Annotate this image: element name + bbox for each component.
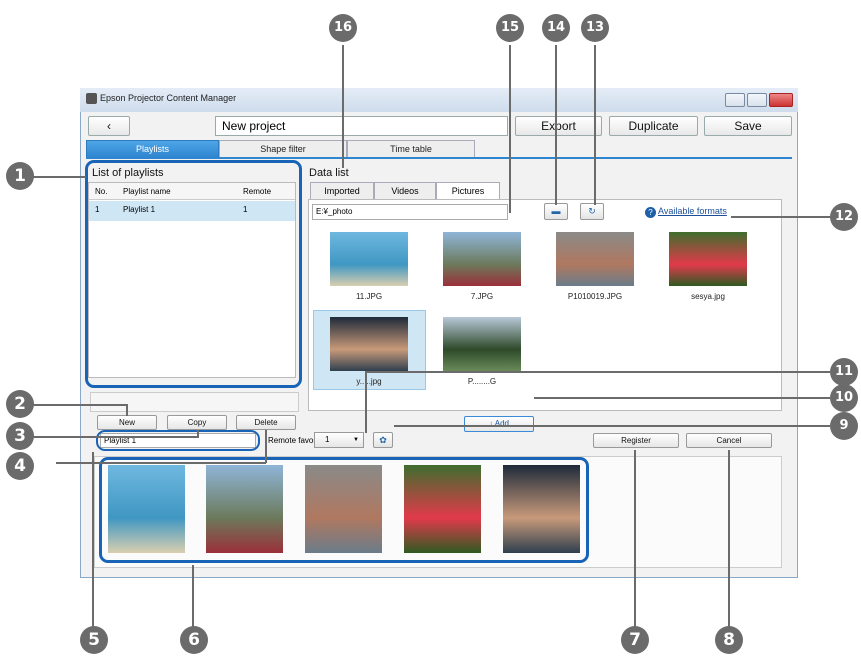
- minimize-icon[interactable]: [725, 93, 745, 107]
- add-button[interactable]: ↓ Add: [464, 416, 534, 432]
- picture-filename: sesya.jpg: [691, 292, 725, 301]
- duplicate-button[interactable]: Duplicate: [609, 116, 698, 136]
- callout-line-11b: [365, 371, 367, 433]
- tab-time-table[interactable]: Time table: [347, 140, 475, 157]
- picture-thumbnail[interactable]: [330, 232, 408, 286]
- callout-line-3: [26, 436, 198, 438]
- callout-line-2b: [126, 404, 128, 416]
- callout-10: 10: [830, 384, 858, 412]
- help-icon: ?: [645, 207, 656, 218]
- data-list-heading: Data list: [309, 167, 349, 179]
- callout-line-14: [555, 45, 557, 205]
- callout-line-4: [56, 462, 266, 464]
- remote-favorite-value: 1: [325, 435, 330, 444]
- callout-9: 9: [830, 412, 858, 440]
- close-icon[interactable]: [769, 93, 793, 107]
- callout-line-6: [192, 565, 194, 632]
- tab-shape-filter[interactable]: Shape filter: [219, 140, 347, 157]
- tab-imported[interactable]: Imported: [310, 182, 374, 199]
- callout-frame-name: [96, 430, 260, 451]
- callout-7: 7: [621, 626, 649, 654]
- callout-5: 5: [80, 626, 108, 654]
- callout-11: 11: [830, 358, 858, 386]
- picture-thumbnail[interactable]: [443, 317, 521, 371]
- callout-line-3b: [197, 430, 199, 438]
- register-button[interactable]: Register: [593, 433, 679, 448]
- new-playlist-button[interactable]: New: [97, 415, 157, 430]
- back-button[interactable]: ‹: [88, 116, 130, 136]
- delete-playlist-button[interactable]: Delete: [236, 415, 296, 430]
- settings-icon[interactable]: ✿: [373, 432, 393, 448]
- callout-4: 4: [6, 452, 34, 480]
- callout-3: 3: [6, 422, 34, 450]
- callout-line-2: [26, 404, 126, 406]
- callout-line-15: [509, 45, 511, 213]
- window-title: Epson Projector Content Manager: [100, 93, 237, 103]
- picture-filename: 7.JPG: [470, 292, 494, 301]
- tab-playlists[interactable]: Playlists: [86, 140, 219, 157]
- maximize-icon[interactable]: [747, 93, 767, 107]
- project-name-field[interactable]: New project: [215, 116, 508, 136]
- callout-line-12: [731, 216, 831, 218]
- callout-line-1: [26, 176, 86, 178]
- picture-thumbnail[interactable]: [330, 317, 408, 371]
- picture-filename: P1010019.JPG: [567, 292, 623, 301]
- callout-line-4b: [265, 430, 267, 463]
- cancel-button[interactable]: Cancel: [686, 433, 772, 448]
- callout-12: 12: [830, 203, 858, 231]
- callout-frame-playlists: [85, 160, 302, 388]
- refresh-icon[interactable]: ↻: [580, 203, 604, 220]
- folder-path-field[interactable]: E:¥_photo: [312, 204, 508, 220]
- save-button[interactable]: Save: [704, 116, 792, 136]
- callout-15: 15: [496, 14, 524, 42]
- remote-favorite-select[interactable]: 1 ▼: [314, 432, 364, 448]
- callout-14: 14: [542, 14, 570, 42]
- app-icon: [86, 93, 97, 104]
- tab-pictures[interactable]: Pictures: [436, 182, 500, 199]
- callout-16: 16: [329, 14, 357, 42]
- callout-line-16: [342, 45, 344, 168]
- callout-line-11: [365, 371, 830, 373]
- callout-2: 2: [6, 390, 34, 418]
- callout-line-5: [92, 452, 94, 632]
- available-formats-link[interactable]: Available formats: [658, 206, 727, 216]
- tab-underline: [86, 157, 792, 159]
- callout-line-13: [594, 45, 596, 205]
- callout-8: 8: [715, 626, 743, 654]
- callout-line-9: [394, 425, 830, 427]
- callout-13: 13: [581, 14, 609, 42]
- tab-videos[interactable]: Videos: [374, 182, 436, 199]
- playlist-button-bar: [90, 392, 299, 412]
- chevron-left-icon: ‹: [107, 119, 111, 133]
- picture-filename: y.....jpg: [356, 377, 382, 386]
- picture-filename: 11.JPG: [355, 292, 383, 301]
- picture-thumbnail[interactable]: [443, 232, 521, 286]
- callout-line-8: [728, 450, 730, 632]
- picture-filename: P........G: [467, 377, 497, 386]
- folder-icon[interactable]: ▬: [544, 203, 568, 220]
- dropdown-arrow-icon: ▼: [353, 437, 359, 443]
- copy-playlist-button[interactable]: Copy: [167, 415, 227, 430]
- callout-frame-thumbs: [99, 457, 589, 563]
- export-button[interactable]: Export: [515, 116, 602, 136]
- callout-6: 6: [180, 626, 208, 654]
- picture-thumbnail[interactable]: [556, 232, 634, 286]
- callout-1: 1: [6, 162, 34, 190]
- picture-thumbnail[interactable]: [669, 232, 747, 286]
- callout-line-7: [634, 450, 636, 632]
- callout-line-10: [534, 397, 830, 399]
